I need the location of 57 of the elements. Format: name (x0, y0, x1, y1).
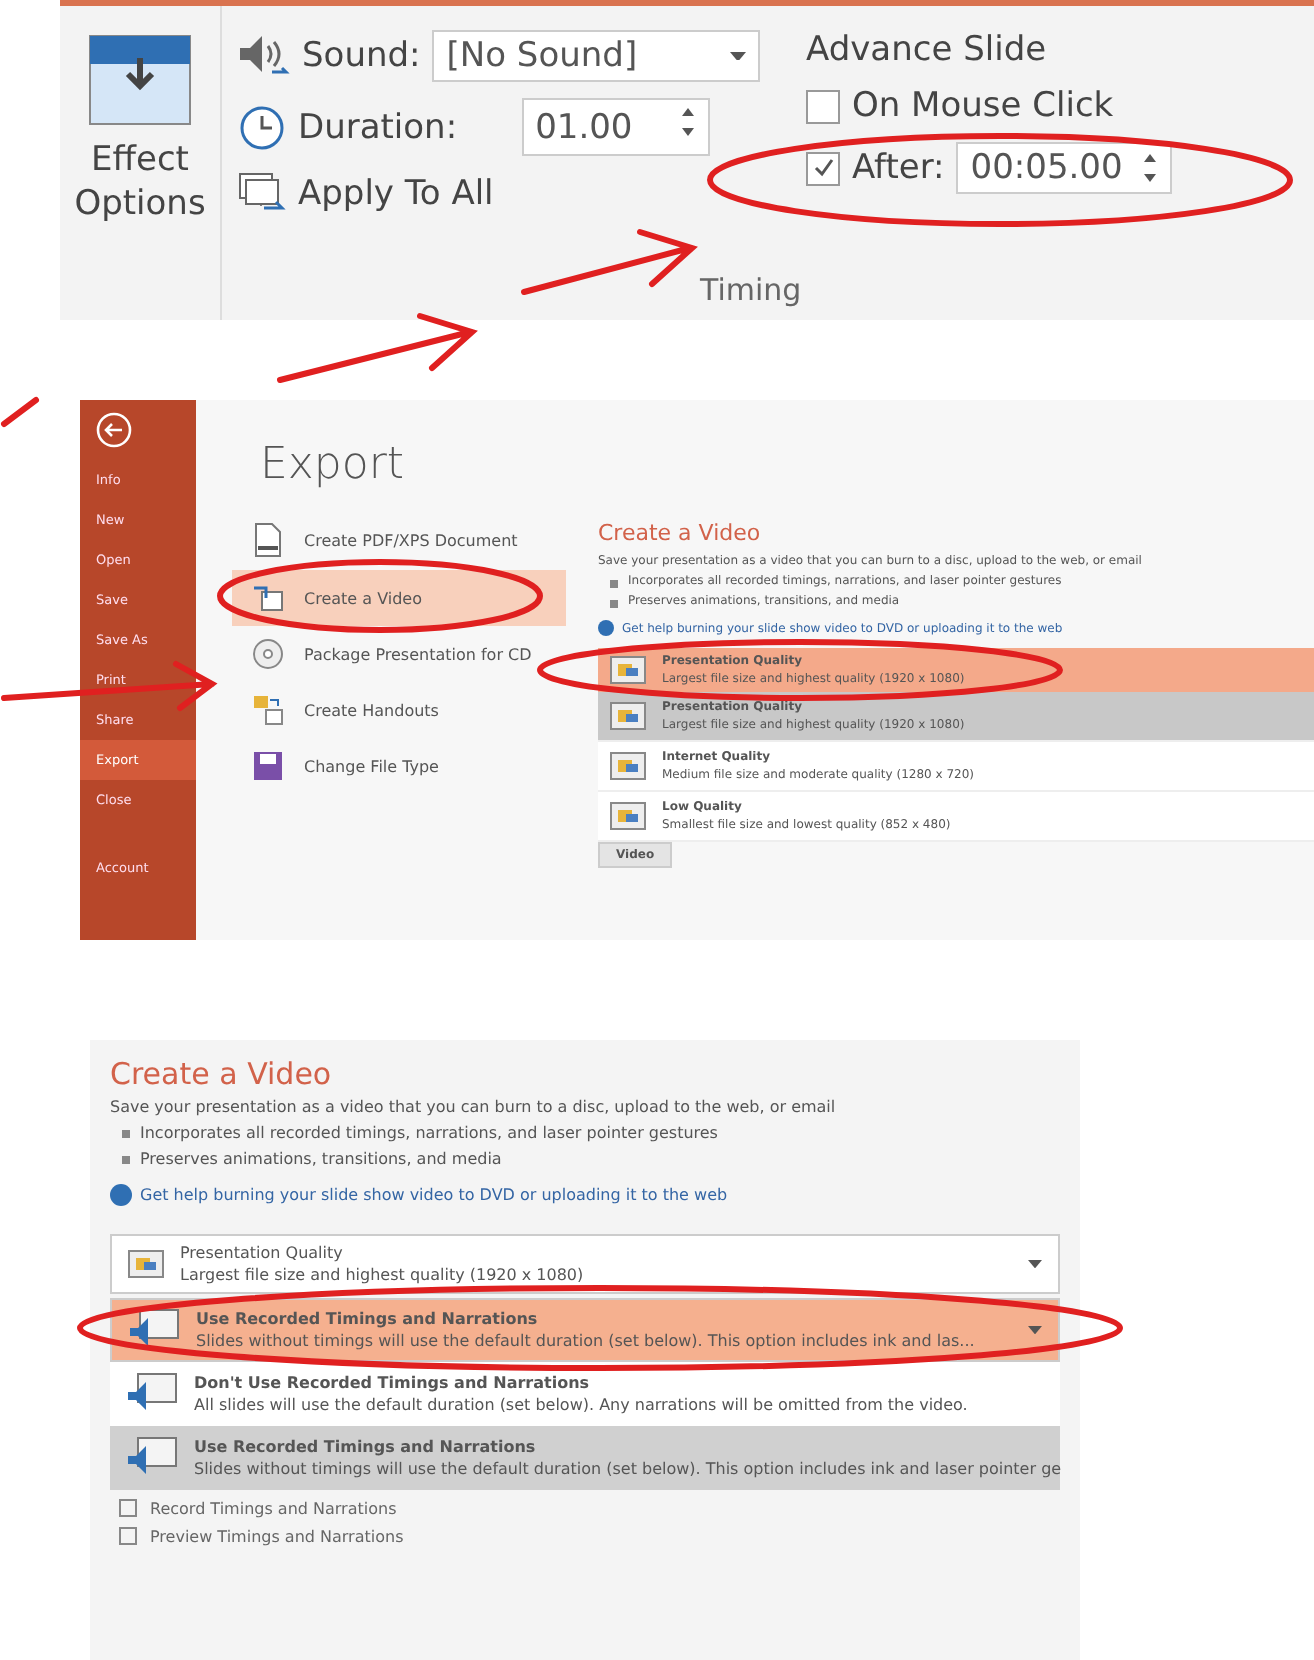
slide-icon (610, 802, 646, 830)
effect-options-label[interactable]: Effect Options (60, 138, 220, 227)
timings-dropdown[interactable]: Use Recorded Timings and Narrations Slides without timings will use the default duration (set below). This option includes ink and las... (110, 1298, 1060, 1362)
slide-icon (610, 656, 646, 684)
export-option[interactable]: Package Presentation for CD (232, 626, 566, 682)
help-icon (110, 1184, 132, 1206)
checkbox[interactable] (806, 151, 840, 185)
after-label: After: (852, 148, 945, 188)
export-heading: Export (260, 440, 407, 490)
help-link[interactable]: Get help burning your slide show video to DVD or uploading it to the web (140, 1186, 728, 1204)
timings-option[interactable]: Don't Use Recorded Timings and Narrations All slides will use the default duration (set below). Any narrations will be omitted from the video. (110, 1362, 1060, 1426)
timings-action[interactable]: Preview Timings and Narrations (110, 1518, 404, 1546)
sound-label: Sound: (302, 36, 421, 76)
dropdown-caret-icon[interactable] (730, 51, 747, 61)
back-icon[interactable] (96, 412, 132, 448)
spinner-arrows-icon[interactable] (679, 104, 696, 140)
advance-slide-heading: Advance Slide (806, 30, 1049, 70)
export-option[interactable]: Change File Type (232, 738, 566, 794)
bullet-icon (610, 580, 618, 588)
timings-option[interactable]: Use Recorded Timings and Narrations Slides without timings will use the default duration (set below). This option includes ink and laser pointer ge (110, 1426, 1060, 1490)
quality-dropdown[interactable]: Presentation Quality Largest file size and highest quality (1920 x 1080) (110, 1234, 1060, 1294)
bullet-icon (610, 600, 618, 608)
clock-icon (238, 103, 286, 151)
checkbox[interactable] (806, 89, 840, 123)
document-icon (252, 522, 284, 558)
export-option[interactable]: Create PDF/XPS Document (232, 510, 566, 570)
effect-options-icon[interactable] (88, 34, 192, 126)
dropdown-caret-icon[interactable] (1028, 1259, 1042, 1269)
slide-icon (610, 752, 646, 780)
duration-field[interactable]: 01.00 (521, 98, 710, 156)
after-time-field[interactable]: 00:05.00 (956, 142, 1173, 194)
group-label: Timing (700, 272, 802, 308)
help-icon (598, 620, 614, 636)
description-text: Save your presentation as a video that you can burn to a disc, upload to the web, or email (110, 1098, 838, 1116)
speaker-icon (238, 32, 290, 80)
bullet-text: Incorporates all recorded timings, narrations, and laser pointer gestures (140, 1124, 718, 1142)
apply-all-icon (238, 172, 286, 216)
sound-dropdown[interactable]: [No Sound] (432, 30, 761, 82)
slide-icon (610, 702, 646, 730)
dropdown-caret-icon[interactable] (1028, 1325, 1042, 1335)
on-mouse-click-label: On Mouse Click (852, 86, 1114, 126)
spinner-arrows-icon[interactable] (1142, 150, 1159, 186)
bullet-text: Preserves animations, transitions, and media (140, 1150, 502, 1168)
apply-to-all-button[interactable]: Apply To All (238, 172, 778, 216)
duration-label: Duration: (298, 107, 458, 147)
export-option[interactable]: Create Handouts (232, 682, 566, 738)
video-export-icon (252, 582, 284, 614)
create-video-heading: Create a Video (110, 1056, 334, 1092)
export-option[interactable]: Create a Video (232, 570, 566, 626)
timings-action[interactable]: Record Timings and Narrations (110, 1490, 397, 1518)
slide-icon (128, 1250, 164, 1278)
handouts-icon (252, 694, 284, 726)
bullet-icon (122, 1130, 130, 1138)
checkmark-icon (811, 156, 835, 180)
pane-heading: Create a Video (598, 520, 763, 546)
bullet-icon (122, 1156, 130, 1164)
disc-icon (252, 638, 284, 670)
